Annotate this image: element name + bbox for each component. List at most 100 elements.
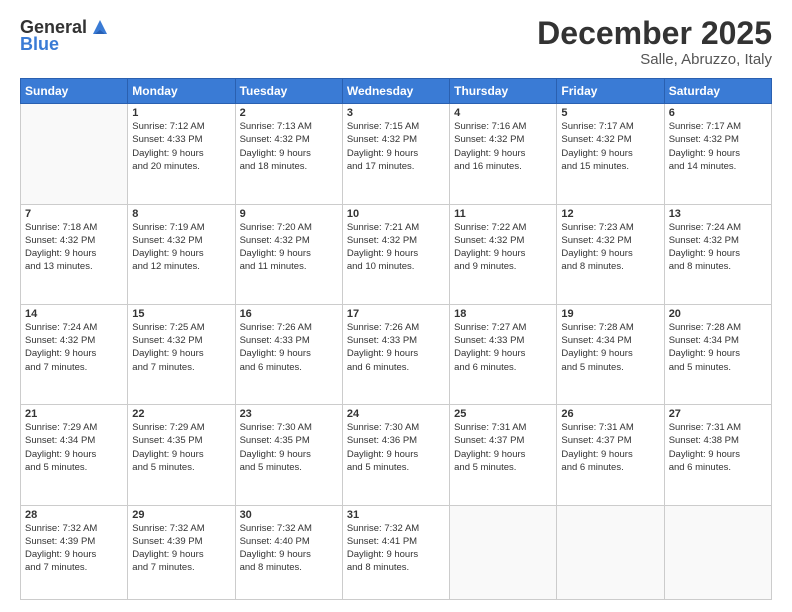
calendar-cell: 8Sunrise: 7:19 AMSunset: 4:32 PMDaylight… — [128, 204, 235, 304]
calendar-cell: 24Sunrise: 7:30 AMSunset: 4:36 PMDayligh… — [342, 405, 449, 505]
day-info: Sunrise: 7:20 AMSunset: 4:32 PMDaylight:… — [240, 221, 338, 274]
calendar-cell — [450, 505, 557, 600]
calendar-cell: 2Sunrise: 7:13 AMSunset: 4:32 PMDaylight… — [235, 104, 342, 204]
title-section: December 2025 Salle, Abruzzo, Italy — [537, 16, 772, 68]
calendar-cell: 15Sunrise: 7:25 AMSunset: 4:32 PMDayligh… — [128, 304, 235, 404]
day-info: Sunrise: 7:26 AMSunset: 4:33 PMDaylight:… — [240, 321, 338, 374]
calendar-cell: 30Sunrise: 7:32 AMSunset: 4:40 PMDayligh… — [235, 505, 342, 600]
day-number: 14 — [25, 308, 123, 320]
weekday-header-monday: Monday — [128, 79, 235, 104]
logo-icon — [89, 16, 111, 38]
day-info: Sunrise: 7:19 AMSunset: 4:32 PMDaylight:… — [132, 221, 230, 274]
day-info: Sunrise: 7:24 AMSunset: 4:32 PMDaylight:… — [25, 321, 123, 374]
logo-blue-text: Blue — [20, 34, 59, 55]
weekday-header-saturday: Saturday — [664, 79, 771, 104]
day-number: 31 — [347, 509, 445, 521]
day-number: 29 — [132, 509, 230, 521]
day-info: Sunrise: 7:30 AMSunset: 4:35 PMDaylight:… — [240, 421, 338, 474]
month-title: December 2025 — [537, 16, 772, 51]
day-info: Sunrise: 7:17 AMSunset: 4:32 PMDaylight:… — [561, 120, 659, 173]
calendar-cell: 5Sunrise: 7:17 AMSunset: 4:32 PMDaylight… — [557, 104, 664, 204]
calendar-cell: 25Sunrise: 7:31 AMSunset: 4:37 PMDayligh… — [450, 405, 557, 505]
day-info: Sunrise: 7:21 AMSunset: 4:32 PMDaylight:… — [347, 221, 445, 274]
calendar-cell: 29Sunrise: 7:32 AMSunset: 4:39 PMDayligh… — [128, 505, 235, 600]
page: General Blue December 2025 Salle, Abruzz… — [0, 0, 792, 612]
day-info: Sunrise: 7:16 AMSunset: 4:32 PMDaylight:… — [454, 120, 552, 173]
day-number: 13 — [669, 208, 767, 220]
day-number: 7 — [25, 208, 123, 220]
calendar-cell: 6Sunrise: 7:17 AMSunset: 4:32 PMDaylight… — [664, 104, 771, 204]
calendar-cell — [557, 505, 664, 600]
calendar-cell: 23Sunrise: 7:30 AMSunset: 4:35 PMDayligh… — [235, 405, 342, 505]
day-info: Sunrise: 7:23 AMSunset: 4:32 PMDaylight:… — [561, 221, 659, 274]
day-info: Sunrise: 7:17 AMSunset: 4:32 PMDaylight:… — [669, 120, 767, 173]
day-number: 18 — [454, 308, 552, 320]
calendar-cell: 7Sunrise: 7:18 AMSunset: 4:32 PMDaylight… — [21, 204, 128, 304]
day-info: Sunrise: 7:32 AMSunset: 4:39 PMDaylight:… — [132, 522, 230, 575]
day-number: 5 — [561, 107, 659, 119]
weekday-header-thursday: Thursday — [450, 79, 557, 104]
calendar-cell: 9Sunrise: 7:20 AMSunset: 4:32 PMDaylight… — [235, 204, 342, 304]
calendar-cell: 26Sunrise: 7:31 AMSunset: 4:37 PMDayligh… — [557, 405, 664, 505]
day-info: Sunrise: 7:24 AMSunset: 4:32 PMDaylight:… — [669, 221, 767, 274]
calendar-cell: 21Sunrise: 7:29 AMSunset: 4:34 PMDayligh… — [21, 405, 128, 505]
day-number: 9 — [240, 208, 338, 220]
day-info: Sunrise: 7:28 AMSunset: 4:34 PMDaylight:… — [561, 321, 659, 374]
calendar-cell: 19Sunrise: 7:28 AMSunset: 4:34 PMDayligh… — [557, 304, 664, 404]
day-info: Sunrise: 7:31 AMSunset: 4:37 PMDaylight:… — [454, 421, 552, 474]
weekday-header-tuesday: Tuesday — [235, 79, 342, 104]
calendar-cell: 13Sunrise: 7:24 AMSunset: 4:32 PMDayligh… — [664, 204, 771, 304]
day-number: 6 — [669, 107, 767, 119]
day-number: 12 — [561, 208, 659, 220]
day-number: 19 — [561, 308, 659, 320]
day-info: Sunrise: 7:18 AMSunset: 4:32 PMDaylight:… — [25, 221, 123, 274]
day-number: 8 — [132, 208, 230, 220]
day-number: 3 — [347, 107, 445, 119]
day-info: Sunrise: 7:22 AMSunset: 4:32 PMDaylight:… — [454, 221, 552, 274]
calendar: SundayMondayTuesdayWednesdayThursdayFrid… — [20, 78, 772, 600]
day-number: 26 — [561, 408, 659, 420]
day-number: 2 — [240, 107, 338, 119]
day-number: 25 — [454, 408, 552, 420]
calendar-cell: 12Sunrise: 7:23 AMSunset: 4:32 PMDayligh… — [557, 204, 664, 304]
day-number: 10 — [347, 208, 445, 220]
day-info: Sunrise: 7:27 AMSunset: 4:33 PMDaylight:… — [454, 321, 552, 374]
weekday-header-sunday: Sunday — [21, 79, 128, 104]
day-info: Sunrise: 7:29 AMSunset: 4:34 PMDaylight:… — [25, 421, 123, 474]
day-number: 22 — [132, 408, 230, 420]
calendar-cell: 18Sunrise: 7:27 AMSunset: 4:33 PMDayligh… — [450, 304, 557, 404]
calendar-header-row: SundayMondayTuesdayWednesdayThursdayFrid… — [21, 79, 772, 104]
weekday-header-friday: Friday — [557, 79, 664, 104]
day-number: 28 — [25, 509, 123, 521]
location-title: Salle, Abruzzo, Italy — [537, 51, 772, 68]
day-info: Sunrise: 7:28 AMSunset: 4:34 PMDaylight:… — [669, 321, 767, 374]
day-number: 20 — [669, 308, 767, 320]
calendar-cell: 27Sunrise: 7:31 AMSunset: 4:38 PMDayligh… — [664, 405, 771, 505]
calendar-cell: 11Sunrise: 7:22 AMSunset: 4:32 PMDayligh… — [450, 204, 557, 304]
weekday-header-wednesday: Wednesday — [342, 79, 449, 104]
calendar-cell: 20Sunrise: 7:28 AMSunset: 4:34 PMDayligh… — [664, 304, 771, 404]
day-number: 30 — [240, 509, 338, 521]
day-number: 21 — [25, 408, 123, 420]
day-info: Sunrise: 7:32 AMSunset: 4:39 PMDaylight:… — [25, 522, 123, 575]
calendar-cell — [664, 505, 771, 600]
calendar-cell: 22Sunrise: 7:29 AMSunset: 4:35 PMDayligh… — [128, 405, 235, 505]
calendar-cell: 4Sunrise: 7:16 AMSunset: 4:32 PMDaylight… — [450, 104, 557, 204]
calendar-week-4: 21Sunrise: 7:29 AMSunset: 4:34 PMDayligh… — [21, 405, 772, 505]
day-info: Sunrise: 7:13 AMSunset: 4:32 PMDaylight:… — [240, 120, 338, 173]
day-info: Sunrise: 7:15 AMSunset: 4:32 PMDaylight:… — [347, 120, 445, 173]
day-info: Sunrise: 7:25 AMSunset: 4:32 PMDaylight:… — [132, 321, 230, 374]
day-number: 16 — [240, 308, 338, 320]
day-info: Sunrise: 7:30 AMSunset: 4:36 PMDaylight:… — [347, 421, 445, 474]
day-info: Sunrise: 7:31 AMSunset: 4:38 PMDaylight:… — [669, 421, 767, 474]
day-number: 11 — [454, 208, 552, 220]
calendar-cell: 1Sunrise: 7:12 AMSunset: 4:33 PMDaylight… — [128, 104, 235, 204]
day-info: Sunrise: 7:29 AMSunset: 4:35 PMDaylight:… — [132, 421, 230, 474]
day-info: Sunrise: 7:12 AMSunset: 4:33 PMDaylight:… — [132, 120, 230, 173]
calendar-week-5: 28Sunrise: 7:32 AMSunset: 4:39 PMDayligh… — [21, 505, 772, 600]
day-number: 4 — [454, 107, 552, 119]
day-number: 1 — [132, 107, 230, 119]
calendar-cell: 3Sunrise: 7:15 AMSunset: 4:32 PMDaylight… — [342, 104, 449, 204]
calendar-cell: 10Sunrise: 7:21 AMSunset: 4:32 PMDayligh… — [342, 204, 449, 304]
calendar-cell — [21, 104, 128, 204]
